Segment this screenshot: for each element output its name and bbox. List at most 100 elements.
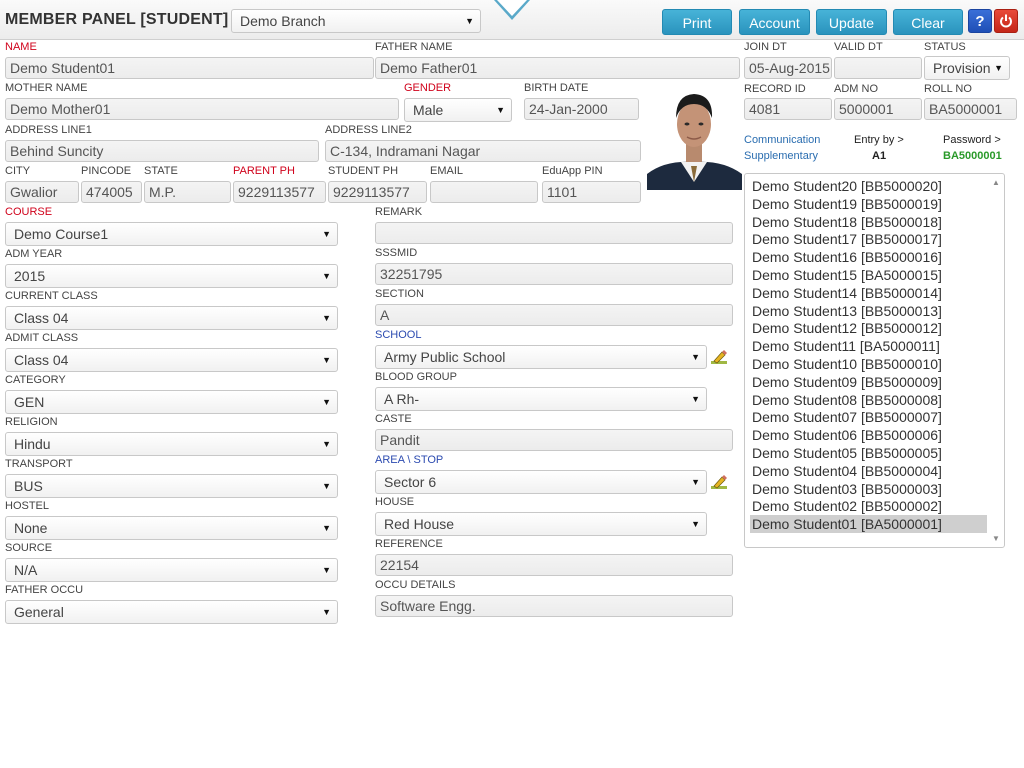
state-field[interactable]: M.P. bbox=[144, 181, 231, 203]
student-listbox[interactable]: Demo Student20 [BB5000020] Demo Student19… bbox=[744, 173, 1005, 548]
eduapp-pin-field[interactable]: 1101 bbox=[542, 181, 641, 203]
chevron-down-icon: ▼ bbox=[322, 607, 331, 617]
transport-label: TRANSPORT bbox=[5, 458, 73, 470]
student-list-item[interactable]: Demo Student12 [BB5000012] bbox=[750, 319, 987, 337]
city-field[interactable]: Gwalior bbox=[5, 181, 79, 203]
address1-field[interactable]: Behind Suncity bbox=[5, 140, 319, 162]
record-id-field[interactable]: 4081 bbox=[744, 98, 832, 120]
student-list-item[interactable]: Demo Student19 [BB5000019] bbox=[750, 195, 987, 213]
student-list-item[interactable]: Demo Student15 [BA5000015] bbox=[750, 266, 987, 284]
email-field[interactable] bbox=[430, 181, 538, 203]
chevron-down-icon: ▼ bbox=[322, 439, 331, 449]
chevron-down-icon: ▼ bbox=[322, 271, 331, 281]
print-button[interactable]: Print bbox=[662, 9, 732, 35]
student-photo[interactable] bbox=[647, 82, 742, 190]
panel-toggle-notch-inner bbox=[497, 0, 527, 16]
student-list-item[interactable]: Demo Student10 [BB5000010] bbox=[750, 355, 987, 373]
scroll-up-icon[interactable]: ▲ bbox=[992, 178, 1000, 187]
birth-date-field[interactable]: 24-Jan-2000 bbox=[524, 98, 639, 120]
student-list-item[interactable]: Demo Student08 [BB5000008] bbox=[750, 391, 987, 409]
name-field[interactable]: Demo Student01 bbox=[5, 57, 374, 79]
religion-select[interactable]: Hindu ▼ bbox=[5, 432, 338, 456]
state-label: STATE bbox=[144, 165, 178, 177]
branch-select[interactable]: Demo Branch ▼ bbox=[231, 9, 481, 33]
listbox-scrollbar[interactable]: ▲ ▼ bbox=[989, 175, 1003, 546]
pincode-field[interactable]: 474005 bbox=[81, 181, 142, 203]
chevron-down-icon: ▼ bbox=[322, 355, 331, 365]
student-list-item[interactable]: Demo Student17 [BB5000017] bbox=[750, 230, 987, 248]
student-list-item[interactable]: Demo Student04 [BB5000004] bbox=[750, 462, 987, 480]
blood-group-select[interactable]: A Rh- ▼ bbox=[375, 387, 707, 411]
supplementary-link[interactable]: Supplementary bbox=[744, 150, 818, 162]
address2-label: ADDRESS LINE2 bbox=[325, 124, 412, 136]
student-ph-field[interactable]: 9229113577 bbox=[328, 181, 427, 203]
section-field[interactable]: A bbox=[375, 304, 733, 326]
student-list-item[interactable]: Demo Student16 [BB5000016] bbox=[750, 248, 987, 266]
roll-no-field[interactable]: BA5000001 bbox=[924, 98, 1017, 120]
student-list-item[interactable]: Demo Student05 [BB5000005] bbox=[750, 444, 987, 462]
scroll-down-icon[interactable]: ▼ bbox=[992, 534, 1000, 543]
parent-ph-field[interactable]: 9229113577 bbox=[233, 181, 326, 203]
valid-dt-field[interactable] bbox=[834, 57, 922, 79]
help-button[interactable]: ? bbox=[968, 9, 992, 33]
student-list-item[interactable]: Demo Student18 [BB5000018] bbox=[750, 213, 987, 231]
category-select[interactable]: GEN ▼ bbox=[5, 390, 338, 414]
help-icon: ? bbox=[975, 13, 985, 30]
student-list-item[interactable]: Demo Student01 [BA5000001] bbox=[750, 515, 987, 534]
admit-class-select[interactable]: Class 04 ▼ bbox=[5, 348, 338, 372]
address1-label: ADDRESS LINE1 bbox=[5, 124, 92, 136]
mother-name-field[interactable]: Demo Mother01 bbox=[5, 98, 399, 120]
student-list-item[interactable]: Demo Student20 [BB5000020] bbox=[750, 177, 987, 195]
adm-year-select[interactable]: 2015 ▼ bbox=[5, 264, 338, 288]
remark-field[interactable] bbox=[375, 222, 733, 244]
adm-no-field[interactable]: 5000001 bbox=[834, 98, 922, 120]
reference-field[interactable]: 22154 bbox=[375, 554, 733, 576]
update-button[interactable]: Update bbox=[816, 9, 887, 35]
area-stop-select[interactable]: Sector 6 ▼ bbox=[375, 470, 707, 494]
student-list-item[interactable]: Demo Student07 [BB5000007] bbox=[750, 408, 987, 426]
remark-label: REMARK bbox=[375, 206, 423, 218]
logout-button[interactable] bbox=[994, 9, 1018, 33]
house-select[interactable]: Red House ▼ bbox=[375, 512, 707, 536]
join-dt-field[interactable]: 05-Aug-2015 bbox=[744, 57, 832, 79]
join-dt-label: JOIN DT bbox=[744, 41, 787, 53]
transport-select[interactable]: BUS ▼ bbox=[5, 474, 338, 498]
student-list-item[interactable]: Demo Student03 [BB5000003] bbox=[750, 480, 987, 498]
house-label: HOUSE bbox=[375, 496, 415, 508]
blood-group-select-value: A Rh- bbox=[384, 391, 420, 407]
current-class-select[interactable]: Class 04 ▼ bbox=[5, 306, 338, 330]
student-list-item[interactable]: Demo Student06 [BB5000006] bbox=[750, 426, 987, 444]
admit-class-select-value: Class 04 bbox=[14, 352, 69, 368]
account-button[interactable]: Account bbox=[739, 9, 810, 35]
entry-by-label: Entry by > bbox=[854, 134, 904, 146]
current-class-select-value: Class 04 bbox=[14, 310, 69, 326]
father-name-field[interactable]: Demo Father01 bbox=[375, 57, 740, 79]
course-select[interactable]: Demo Course1 ▼ bbox=[5, 222, 338, 246]
hostel-select[interactable]: None ▼ bbox=[5, 516, 338, 540]
chevron-down-icon: ▼ bbox=[691, 477, 700, 487]
father-occu-select[interactable]: General ▼ bbox=[5, 600, 338, 624]
branch-select-value: Demo Branch bbox=[240, 13, 326, 29]
student-list-item[interactable]: Demo Student14 [BB5000014] bbox=[750, 284, 987, 302]
student-list-item[interactable]: Demo Student13 [BB5000013] bbox=[750, 302, 987, 320]
address2-field[interactable]: C-134, Indramani Nagar bbox=[325, 140, 641, 162]
source-select[interactable]: N/A ▼ bbox=[5, 558, 338, 582]
student-list-item[interactable]: Demo Student02 [BB5000002] bbox=[750, 497, 987, 515]
gender-select-value: Male bbox=[413, 102, 444, 118]
school-select[interactable]: Army Public School ▼ bbox=[375, 345, 707, 369]
valid-dt-label: VALID DT bbox=[834, 41, 883, 53]
student-list-item[interactable]: Demo Student09 [BB5000009] bbox=[750, 373, 987, 391]
blood-group-label: BLOOD GROUP bbox=[375, 371, 457, 383]
edit-area-pencil-icon[interactable] bbox=[710, 474, 728, 490]
occu-details-field[interactable]: Software Engg. bbox=[375, 595, 733, 617]
edit-school-pencil-icon[interactable] bbox=[710, 349, 728, 365]
status-select[interactable]: Provision ▼ bbox=[924, 56, 1010, 80]
sssmid-field[interactable]: 32251795 bbox=[375, 263, 733, 285]
communication-link[interactable]: Communication bbox=[744, 134, 820, 146]
caste-field[interactable]: Pandit bbox=[375, 429, 733, 451]
birth-date-label: BIRTH DATE bbox=[524, 82, 589, 94]
student-list-item[interactable]: Demo Student11 [BA5000011] bbox=[750, 337, 987, 355]
pincode-label: PINCODE bbox=[81, 165, 132, 177]
gender-select[interactable]: Male ▼ bbox=[404, 98, 512, 122]
clear-button[interactable]: Clear bbox=[893, 9, 963, 35]
